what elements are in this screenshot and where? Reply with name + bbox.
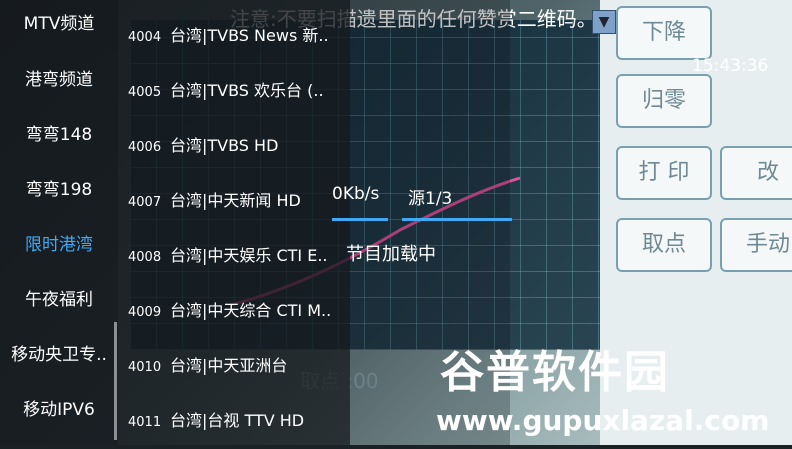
channel-number: 4009 [128,305,162,320]
panel-button: 打 印 [616,146,712,200]
category-item[interactable]: 移动IPV6 [0,382,118,438]
category-item[interactable]: 弯弯148 [0,107,118,163]
panel-button: 取点 [616,218,712,272]
category-item[interactable]: 弯弯198 [0,162,118,218]
loading-status: 节目加载中 [346,244,436,265]
channel-name: 台湾|TVBS News 新.. [170,26,329,45]
category-menu: MTV频道 港弯频道 弯弯148 弯弯198 限时港湾 午夜福利 移动央卫专..… [0,0,118,445]
category-item-selected[interactable]: 限时港湾 [0,217,118,273]
panel-button: 改 [720,146,792,200]
channel-item[interactable]: 4005 台湾|TVBS 欢乐台 (.. [128,63,350,119]
channel-item[interactable]: 4007 台湾|中天新闻 HD [128,173,350,229]
watermark-logo: 谷普软件园 [440,347,670,398]
category-scrollbar[interactable] [114,322,117,440]
channel-item[interactable]: 4011 台湾|台视 TTV HD [128,393,350,449]
channel-number: 4006 [128,140,162,155]
channel-name: 台湾|中天娱乐 CTI E.. [170,246,328,265]
panel-button: 下降 [616,6,712,60]
channel-name: 台湾|TVBS HD [170,136,279,155]
channel-item[interactable]: 4006 台湾|TVBS HD [128,118,350,174]
channel-item[interactable]: 4008 台湾|中天娱乐 CTI E.. [128,228,350,284]
category-item[interactable]: 移动央卫专.. [0,327,118,383]
channel-number: 4007 [128,195,162,210]
clock: 15:43:36 [692,56,769,76]
channel-name: 台湾|台视 TTV HD [170,411,305,430]
channel-item[interactable]: 4010 台湾|中天亚洲台 [128,338,350,394]
channel-item[interactable]: 4009 台湾|中天综合 CTI M.. [128,283,350,339]
channel-name: 台湾|TVBS 欢乐台 (.. [170,81,324,100]
panel-button: 手动 [720,218,792,272]
network-speed: 0Kb/s [332,184,380,204]
channel-name: 台湾|中天综合 CTI M.. [170,301,332,320]
category-item[interactable]: 港弯频道 [0,52,118,108]
channel-list: 4004 台湾|TVBS News 新.. 4005 台湾|TVBS 欢乐台 (..… [118,0,350,445]
source-indicator: 源1/3 [408,189,453,209]
channel-name: 台湾|中天亚洲台 [170,356,288,375]
channel-name: 台湾|中天新闻 HD [170,191,301,210]
channel-number: 4005 [128,85,162,100]
loading-bar [402,218,512,221]
channel-number: 4010 [128,360,162,375]
chevron-down-icon: ▼ [592,10,616,34]
channel-item[interactable]: 4004 台湾|TVBS News 新.. [128,8,350,64]
panel-button: 归零 [616,74,712,128]
category-item[interactable]: MTV频道 [0,0,118,52]
loading-bar [332,218,388,221]
channel-number: 4008 [128,250,162,265]
channel-number: 4004 [128,30,162,45]
category-item[interactable]: 午夜福利 [0,272,118,328]
watermark-url: www.gupuxlazal.com [436,404,770,437]
channel-number: 4011 [128,415,162,430]
